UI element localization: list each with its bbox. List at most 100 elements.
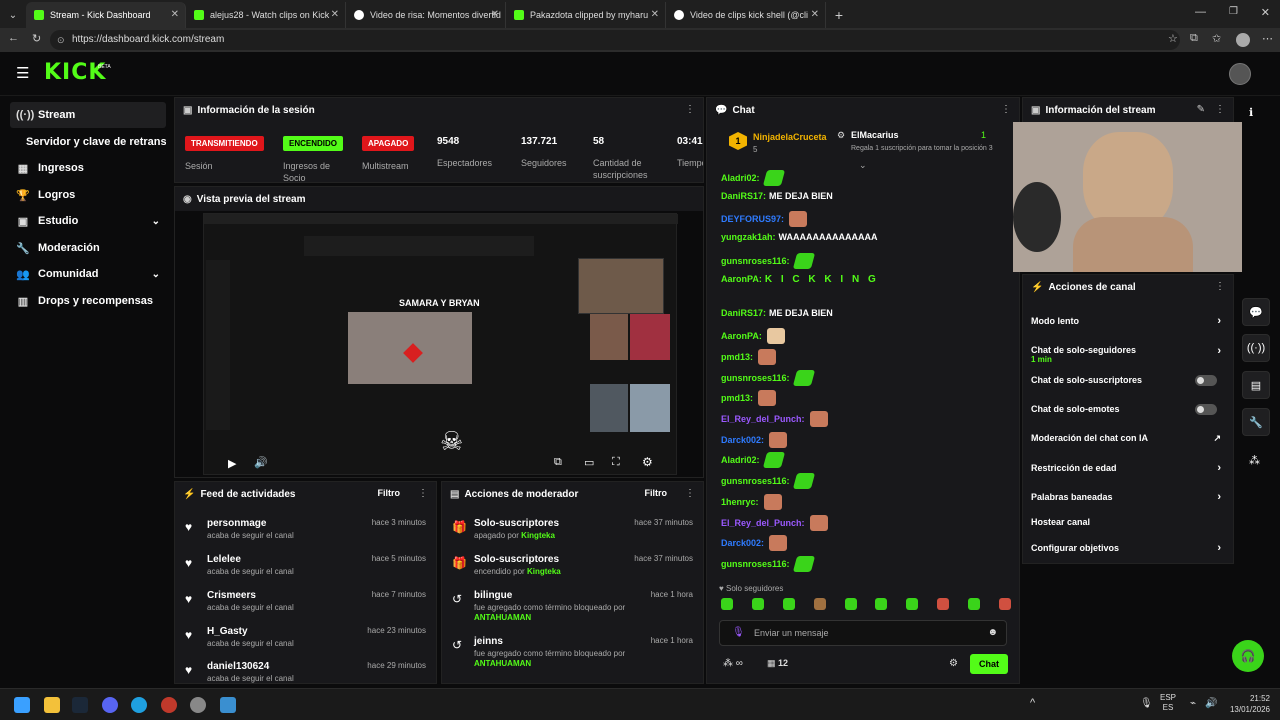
sidebar-item-comunidad[interactable]: 👥 Comunidad ⌄ [10,261,166,287]
screenshot-icon[interactable]: ▭ [584,456,594,469]
stream-info-menu-icon[interactable]: ⋮ [1215,104,1225,115]
emote-icon[interactable] [813,598,826,610]
language-indicator[interactable]: ESP ES [1160,693,1176,713]
chat-username[interactable]: Aladri02: [721,455,760,465]
discord-icon[interactable] [102,697,118,713]
edit-pencil-icon[interactable]: ✎ [1197,104,1205,115]
chat-username[interactable]: DaniRS17: [721,308,766,318]
close-tab-icon[interactable]: ✕ [811,9,819,20]
extensions-icon[interactable]: ⧉ [1190,32,1198,45]
emote-icon[interactable] [875,598,888,610]
support-chat-icon[interactable]: 🎧 [1232,640,1264,672]
microphone-icon[interactable]: 🎙 [732,627,745,638]
chat-username[interactable]: gunsnroses116: [721,256,790,266]
activity-menu-icon[interactable]: ⋮ [418,488,428,499]
tab-list-icon[interactable]: ⌄ [0,2,26,28]
configure-goals-row[interactable]: Configurar objetivos › [1031,537,1227,559]
tab-stream-dashboard[interactable]: Stream - Kick Dashboard ✕ [26,2,186,28]
chat-username[interactable]: yungzak1ah: [721,232,776,242]
chat-username[interactable]: gunsnroses116: [721,373,790,383]
host-channel-row[interactable]: Hostear canal [1031,511,1227,533]
hamburger-menu-icon[interactable]: ☰ [16,64,29,82]
close-window-icon[interactable]: ✕ [1261,6,1270,19]
banned-words-row[interactable]: Palabras baneadas › [1031,486,1227,508]
chat-username[interactable]: 1henryc: [721,497,759,507]
emote-icon[interactable] [844,598,857,610]
edge-icon[interactable] [131,697,147,713]
chat-username[interactable]: El_Rey_del_Punch: [721,518,805,528]
sidebar-item-logros[interactable]: 🏆 Logros [10,182,166,208]
chat-username[interactable]: AaronPA: [721,331,762,341]
chat-username[interactable]: Darck002: [721,538,764,548]
emote-icon[interactable] [937,598,950,610]
emote-icon[interactable] [721,598,733,610]
chat-username[interactable]: Aladri02: [721,173,760,183]
chat-username[interactable]: AaronPA: [721,274,762,284]
favorite-star-icon[interactable]: ☆ [1168,32,1178,45]
emote-icon[interactable] [751,598,764,610]
mod-menu-icon[interactable]: ⋮ [685,488,695,499]
pip-icon[interactable]: ⧉ [554,456,562,469]
users-rail-icon[interactable]: ⁂ [1249,454,1260,467]
sidebar-item-stream[interactable]: ((·)) Stream [10,102,166,128]
chat-username[interactable]: pmd13: [721,393,753,403]
back-icon[interactable]: ← [8,32,19,44]
windows-start-icon[interactable] [14,697,30,713]
broadcast-rail-icon[interactable]: ((·)) [1242,334,1270,362]
top-gifter-name[interactable]: NinjadelaCruceta [753,132,827,142]
app-icon[interactable] [190,697,206,713]
emotes-only-toggle[interactable] [1195,403,1217,415]
emote-icon[interactable] [998,598,1011,610]
stream-video[interactable]: SAMARA Y BRYAN ☠ ▶ 🔊 ⧉ ▭ ⛶ ⚙ [203,213,678,475]
chat-settings-users-icon[interactable]: ⁂ ∞ [723,658,743,669]
url-field[interactable]: ⊙ https://dashboard.kick.com/stream [50,30,1180,50]
sidebar-item-ingresos[interactable]: ▦ Ingresos [10,155,166,181]
minimize-icon[interactable]: — [1195,6,1206,18]
info-icon[interactable]: ℹ [1249,106,1253,119]
maximize-icon[interactable]: ❐ [1229,6,1238,17]
chat-username[interactable]: DEYFORUS97: [721,214,784,224]
age-restriction-row[interactable]: Restricción de edad › [1031,457,1227,479]
notepad-icon[interactable] [220,697,236,713]
emote-icon[interactable] [906,598,919,610]
reload-icon[interactable]: ↻ [32,32,41,45]
tab-video-clips[interactable]: Video de clips kick shell (@cli ✕ [666,2,826,28]
network-icon[interactable]: ⌁ [1190,698,1196,709]
tab-video-risa[interactable]: Video de risa: Momentos divertid ✕ [346,2,506,28]
channel-actions-menu-icon[interactable]: ⋮ [1215,281,1225,292]
clock[interactable]: 21:52 13/01/2026 [1226,693,1270,715]
emoji-icon[interactable]: ☻ [987,627,998,638]
session-menu-icon[interactable]: ⋮ [685,104,695,115]
followers-only-row[interactable]: Chat de solo-seguidores 1 min › [1031,339,1227,369]
profile-avatar[interactable] [1236,33,1250,47]
sidebar-item-server-key[interactable]: Servidor y clave de retransmisión [10,129,166,155]
close-tab-icon[interactable]: ✕ [171,9,179,20]
more-menu-icon[interactable]: ⋯ [1262,32,1273,45]
tab-pakazdota[interactable]: Pakazdota clipped by myharu ✕ [506,2,666,28]
tab-watch-clips[interactable]: alejus28 - Watch clips on Kick ✕ [186,2,346,28]
chat-input[interactable]: 🎙 Enviar un mensaje ☻ [719,620,1007,646]
new-tab-icon[interactable]: + [826,2,852,28]
chat-settings-gear-icon[interactable]: ⚙ [949,658,958,669]
slow-mode-row[interactable]: Modo lento › [1031,310,1227,332]
second-gifter-name[interactable]: ElMacarius [851,130,899,140]
close-tab-icon[interactable]: ✕ [651,9,659,20]
favorites-icon[interactable]: ✩ [1212,32,1221,45]
obs-icon[interactable] [161,697,177,713]
chat-username[interactable]: El_Rey_del_Punch: [721,414,805,424]
emote-icon[interactable] [782,598,795,610]
settings-gear-icon[interactable]: ⚙ [642,455,653,469]
file-explorer-icon[interactable] [44,697,60,713]
tray-expand-icon[interactable]: ^ [1030,697,1035,709]
tray-microphone-icon[interactable]: 🎙 [1140,698,1153,709]
steam-icon[interactable] [72,697,88,713]
play-icon[interactable]: ▶ [228,457,236,470]
volume-icon[interactable]: 🔊 [1205,698,1217,709]
site-info-icon[interactable]: ⊙ [57,30,65,50]
send-chat-button[interactable]: Chat [970,654,1008,674]
chat-username[interactable]: gunsnroses116: [721,559,790,569]
user-avatar[interactable] [1229,63,1251,85]
layout-rail-icon[interactable]: ▤ [1242,371,1270,399]
sidebar-item-moderacion[interactable]: 🔧 Moderación [10,235,166,261]
volume-icon[interactable]: 🔊 [254,456,268,469]
